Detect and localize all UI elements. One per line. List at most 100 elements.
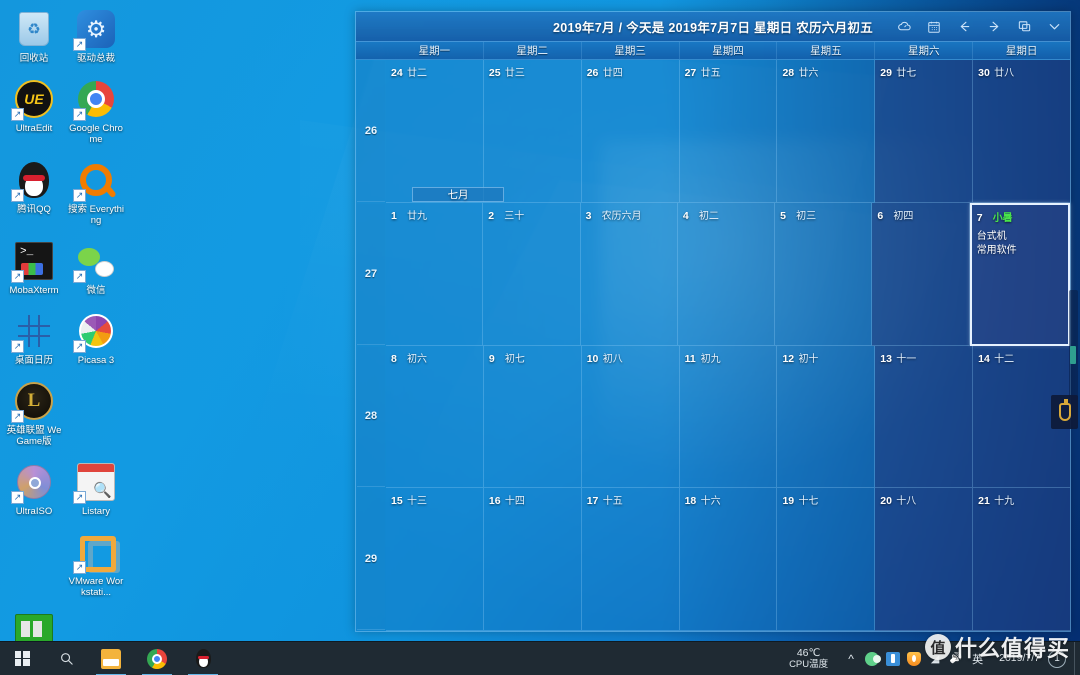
calendar-day-cell[interactable]: 19 十七 xyxy=(777,488,876,631)
shortcut-arrow-icon xyxy=(73,108,86,121)
taskbar: 46℃ CPU温度 英 2019/7/7 1 xyxy=(0,641,1080,675)
day-event-item[interactable]: 常用软件 xyxy=(977,244,1063,258)
start-button[interactable] xyxy=(0,642,44,675)
ime-indicator[interactable]: 英 xyxy=(970,651,985,667)
calendar-day-cell[interactable]: 27 廿五 xyxy=(679,60,778,203)
day-number: 5 xyxy=(780,209,786,222)
taskbar-clock[interactable]: 2019/7/7 xyxy=(991,652,1048,665)
prev-arrow-icon[interactable] xyxy=(956,19,972,35)
desktop-icon-picasa[interactable]: Picasa 3 xyxy=(68,310,124,366)
desktop-icon-recycle[interactable]: 回收站 xyxy=(6,8,62,64)
calendar-day-cell[interactable]: 28 廿六 xyxy=(777,60,876,203)
week-number: 27 xyxy=(357,203,385,345)
calendar-day-cell[interactable]: 24 廿二 xyxy=(386,60,484,203)
desktop-icon-moba[interactable]: MobaXterm xyxy=(6,240,62,296)
day-number: 27 xyxy=(684,67,697,79)
calendar-weekday-header: 星期一 星期二 星期三 星期四 星期五 星期六 星期日 xyxy=(356,42,1070,60)
calendar-day-cell[interactable]: 15 十三 xyxy=(386,488,484,631)
shortcut-arrow-icon xyxy=(73,340,86,353)
huorong-tray-icon[interactable] xyxy=(907,651,922,666)
calendar-body: 26 27 28 29 24 廿二 25 廿三 26 廿四 27 廿五 28 廿六 29 廿七 30 廿八 七月 1… xyxy=(356,60,1071,631)
calendar-day-cell[interactable]: 2 三十 xyxy=(483,202,581,346)
day-number: 8 xyxy=(391,352,397,365)
search-icon[interactable] xyxy=(44,642,88,675)
calendar-day-cell[interactable]: 29 廿七 xyxy=(875,60,974,203)
calendar-day-cell[interactable]: 21 十九 xyxy=(973,488,1071,631)
deskcal-icon xyxy=(11,310,55,353)
usb-device-icon[interactable] xyxy=(1051,395,1078,429)
calendar-icon[interactable] xyxy=(926,19,942,35)
lunar-date-label: 十九 xyxy=(994,496,1015,508)
desktop-edge-scrollbar[interactable] xyxy=(1069,290,1078,400)
day-cell-header: 27 廿五 xyxy=(685,63,772,81)
calendar-day-cell[interactable]: 17 十五 xyxy=(581,488,680,631)
desktop-icon-qq[interactable]: 腾讯QQ xyxy=(6,159,62,226)
desktop-icon-wechat[interactable]: 微信 xyxy=(68,240,124,296)
windows-stack-icon[interactable] xyxy=(1016,19,1032,35)
calendar-day-cell[interactable]: 16 十四 xyxy=(483,488,582,631)
calendar-day-cell[interactable]: 5 初三 xyxy=(775,202,873,346)
desktop-icon-deskcal[interactable]: 桌面日历 xyxy=(6,310,62,366)
cpu-temperature-widget[interactable]: 46℃ CPU温度 xyxy=(779,647,838,671)
calendar-day-cell[interactable]: 18 十六 xyxy=(679,488,778,631)
calendar-day-cell[interactable]: 8 初六 xyxy=(386,345,484,489)
next-arrow-icon[interactable] xyxy=(986,19,1002,35)
day-event-item[interactable]: 台式机 xyxy=(977,230,1063,244)
desktop-icon-chrome[interactable]: Google Chrome xyxy=(68,78,124,145)
taskbar-app-file-explorer[interactable] xyxy=(88,642,134,675)
calendar-day-cell[interactable]: 3 农历六月 xyxy=(580,202,678,346)
listary-icon xyxy=(73,461,117,504)
calendar-day-cell[interactable]: 6 初四 xyxy=(872,202,970,346)
desktop-icon-driver[interactable]: 驱动总裁 xyxy=(68,8,124,64)
lunar-date-label: 十二 xyxy=(994,353,1015,365)
network-icon[interactable] xyxy=(928,652,942,666)
weekday-header-3: 星期三 xyxy=(582,42,680,59)
desktop-calendar-window[interactable]: 2019年7月 / 今天是 2019年7月7日 星期日 农历六月初五 星期一 星… xyxy=(355,11,1071,632)
calendar-day-cell[interactable]: 26 廿四 xyxy=(581,60,680,203)
desktop-icon-label: 腾讯QQ xyxy=(17,204,51,215)
lunar-date-label: 廿二 xyxy=(407,68,427,79)
calendar-titlebar[interactable]: 2019年7月 / 今天是 2019年7月7日 星期日 农历六月初五 xyxy=(356,12,1070,42)
desktop-icon-label: Picasa 3 xyxy=(77,355,115,366)
lunar-date-label: 十六 xyxy=(700,496,721,508)
calendar-day-cell[interactable]: 20 十八 xyxy=(875,488,974,631)
desktop-icon-label: 驱动总裁 xyxy=(76,53,115,64)
taskbar-app-chrome[interactable] xyxy=(134,642,180,675)
desktop-icon-ultraedit[interactable]: UltraEdit xyxy=(6,78,62,145)
usb-tray-icon[interactable] xyxy=(886,651,901,666)
desktop-icon-vmware[interactable]: VMware Workstati... xyxy=(68,531,124,598)
calendar-day-cell[interactable]: 25 廿三 xyxy=(483,60,582,203)
scrollbar-thumb[interactable] xyxy=(1070,346,1076,364)
calendar-day-cell-today[interactable]: 7 小暑 台式机 常用软件 xyxy=(969,202,1070,346)
lunar-date-label: 廿五 xyxy=(700,68,721,79)
calendar-day-cell[interactable]: 9 初七 xyxy=(483,345,582,489)
day-cell-header: 17 十五 xyxy=(587,491,674,509)
wechat-tray-icon[interactable] xyxy=(865,651,882,666)
calendar-day-cell[interactable]: 1 廿九 xyxy=(386,202,484,346)
taskbar-app-qq[interactable] xyxy=(180,642,226,675)
shortcut-arrow-icon xyxy=(11,189,24,202)
weekday-header-1: 星期一 xyxy=(386,42,484,59)
calendar-day-cell[interactable]: 12 初十 xyxy=(777,345,876,489)
show-desktop-button[interactable] xyxy=(1074,641,1080,675)
calendar-day-cell[interactable]: 4 初二 xyxy=(677,202,776,346)
day-cell-header: 4 初二 xyxy=(683,206,769,224)
day-number: 19 xyxy=(782,495,795,508)
calendar-day-cell[interactable]: 13 十一 xyxy=(875,345,974,489)
calendar-day-cell[interactable]: 11 初九 xyxy=(679,345,778,489)
lunar-date-label: 十一 xyxy=(896,353,917,365)
volume-icon[interactable] xyxy=(949,652,963,666)
desktop-icon-area: 回收站 驱动总裁 UltraEdit Google Chrome 腾讯QQ 搜索 Ever… xyxy=(0,4,180,675)
weather-icon[interactable] xyxy=(896,19,912,35)
desktop-icon-ultraiso[interactable]: UltraISO xyxy=(6,461,62,517)
desktop-icon-lol[interactable]: 英雄联盟 WeGame版 xyxy=(6,380,62,447)
desktop-icon-everything[interactable]: 搜索 Everything xyxy=(68,159,124,226)
lunar-date-label: 廿七 xyxy=(896,68,917,79)
notification-badge[interactable]: 1 xyxy=(1048,649,1066,668)
desktop-icon-listary[interactable]: Listary xyxy=(68,461,124,517)
show-hidden-icons-icon[interactable] xyxy=(844,652,858,666)
vmware-icon xyxy=(73,531,120,574)
calendar-day-cell[interactable]: 10 初八 xyxy=(581,345,680,489)
calendar-day-cell[interactable]: 30 廿八 xyxy=(973,60,1071,203)
chevron-down-icon[interactable] xyxy=(1046,19,1062,35)
